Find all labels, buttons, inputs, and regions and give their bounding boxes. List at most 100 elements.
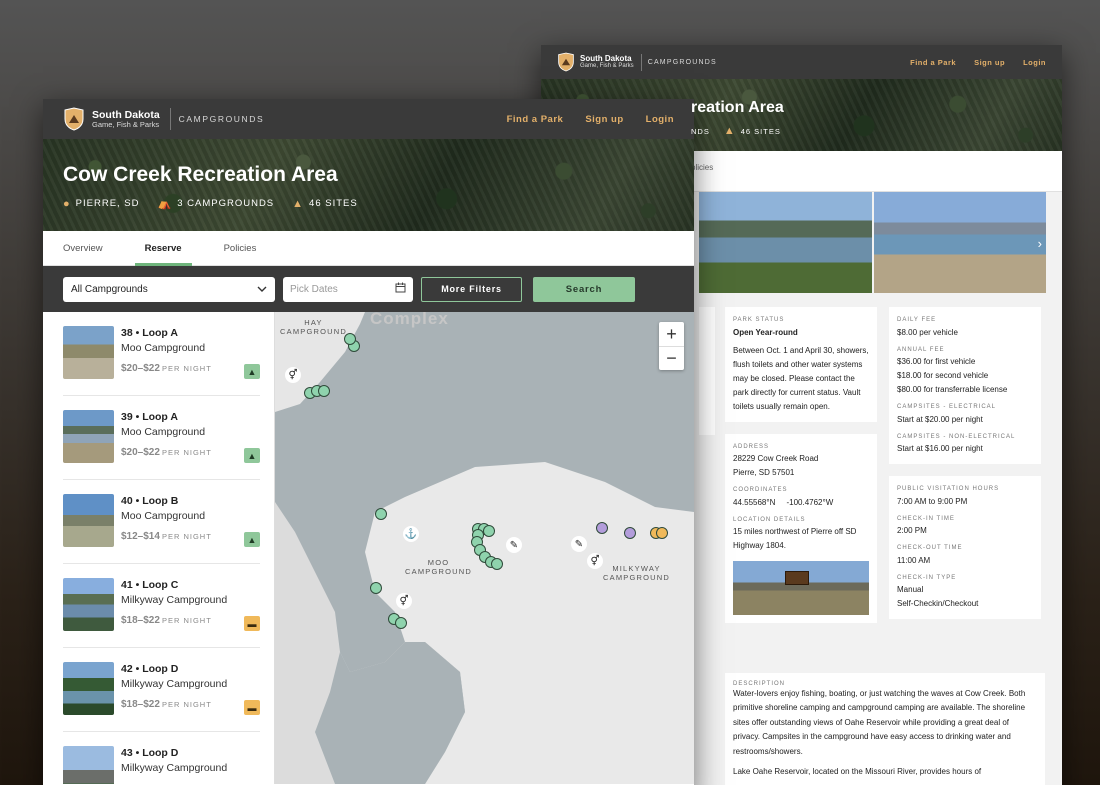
site-thumbnail[interactable] [63,410,114,463]
site-thumbnail[interactable] [63,494,114,547]
electrical-label: CAMPSITES - ELECTRICAL [897,404,997,410]
tab-overview[interactable]: Overview [53,231,113,265]
meta-campgrounds: NDS [691,125,710,137]
park-sign-photo[interactable] [733,561,869,615]
nonelectrical-label: CAMPSITES - NON-ELECTRICAL [897,433,1016,440]
campsite-pin[interactable] [624,527,636,539]
brand[interactable]: South Dakota Game, Fish & Parks [580,54,634,70]
site-thumbnail[interactable] [63,662,114,715]
fishing-icon[interactable]: ✎ [571,536,587,552]
site-list-item[interactable]: 42 • Loop D Milkyway Campground $18–$22 PER… [63,648,260,732]
description-p2: Lake Oahe Reservoir, located on the Miss… [733,766,982,776]
gallery-photo[interactable]: › [873,192,1046,293]
campsite-pin[interactable] [483,525,495,537]
park-status-text: Between Oct. 1 and April 30, showers, fl… [733,345,869,411]
site-list-item[interactable]: 40 • Loop B Moo Campground $12–$14 PER NIGH… [63,480,260,564]
restroom-icon[interactable]: ⚥ [396,593,412,609]
site-type-rv-icon: ▬ [244,616,260,631]
campsite-pin[interactable] [656,527,668,539]
campsite-pin[interactable] [344,333,356,345]
campsite-pin[interactable] [491,558,503,570]
nav-divider [640,53,642,71]
campsite-pin[interactable] [370,582,382,594]
map-label-hay: HAY CAMPGROUND [280,318,347,337]
tab-policies[interactable]: Policies [214,231,267,265]
site-list[interactable]: 38 • Loop A Moo Campground $20–$22 PER NIGH… [43,312,275,784]
site-price: $20–$22 PER NIGHT [121,447,212,458]
brand[interactable]: South Dakota Game, Fish & Parks [92,109,160,129]
visit-hours-value: 7:00 AM to 9:00 PM [897,496,968,506]
site-thumbnail[interactable] [63,746,114,784]
map-label-moo-text: MOO CAMPGROUND [405,558,473,577]
login-link[interactable]: Login [646,114,674,125]
reserve-content: 38 • Loop A Moo Campground $20–$22 PER NIGH… [43,312,694,784]
boat-ramp-icon[interactable]: ⚓ [403,526,419,542]
find-park-link[interactable]: Find a Park [507,114,564,125]
location-value: 15 miles northwest of Pierre off SD High… [733,527,857,550]
details-column-left: PARK STATUS Open Year-round Between Oct.… [725,307,877,623]
checkin-label: CHECK-IN TIME [897,515,955,522]
signup-link[interactable]: Sign up [974,58,1005,67]
meta-campgrounds: ⛺ 3 CAMPGROUNDS [158,197,275,210]
campsite-pin[interactable] [318,385,330,397]
latitude: 44.55568°N [733,497,776,507]
chevron-right-icon[interactable]: › [1038,236,1042,251]
zoom-out-button[interactable]: − [659,346,684,370]
campground-select[interactable]: All Campgrounds [63,276,275,302]
nav-section-title: CAMPGROUNDS [647,58,717,66]
shield-logo-icon[interactable] [63,107,85,131]
map-label-milkyway: MILKYWAY CAMPGROUND [603,564,670,583]
campsite-pin[interactable] [596,522,608,534]
more-filters-button[interactable]: More Filters [421,276,522,302]
park-status-label: PARK STATUS [733,317,785,323]
find-park-link[interactable]: Find a Park [910,58,956,67]
map-label-moo: MOO CAMPGROUND [405,558,472,577]
site-info: 40 • Loop B Moo Campground $12–$14 PER NIGH… [121,494,212,563]
park-meta: ● PIERRE, SD ⛺ 3 CAMPGROUNDS ▲ 46 SITES [63,197,358,211]
site-thumbnail[interactable] [63,326,114,379]
site-price: $12–$14 PER NIGHT [121,531,212,542]
site-info: 38 • Loop A Moo Campground $20–$22 PER NIGH… [121,326,212,395]
address-card: ADDRESS 28229 Cow Creek Road Pierre, SD … [725,433,877,623]
campground-map[interactable]: Complex HAY CAMPGROUND MOO CAMPGROUND MI… [275,312,694,784]
login-link[interactable]: Login [1023,58,1046,67]
park-title: reation Area [691,99,784,116]
site-info: 42 • Loop D Milkyway Campground $18–$22 PER… [121,662,227,731]
site-list-item[interactable]: 38 • Loop A Moo Campground $20–$22 PER NIGH… [63,312,260,396]
search-button[interactable]: Search [533,276,635,302]
restroom-icon[interactable]: ⚥ [587,553,603,569]
photo-gallery: › [699,192,1046,293]
restroom-icon[interactable]: ⚥ [285,367,301,383]
site-list-item[interactable]: 39 • Loop A Moo Campground $20–$22 PER NIGH… [63,396,260,480]
site-campground: Moo Campground [121,342,206,354]
campsite-pin[interactable] [375,508,387,520]
site-type-rv-icon: ▬ [244,700,260,715]
meta-location: ● PIERRE, SD [63,197,140,210]
checkin-value: 2:00 PM [897,526,927,535]
signup-link[interactable]: Sign up [585,114,623,125]
site-list-item[interactable]: 43 • Loop DMilkyway Campground■ [63,732,260,784]
filter-bar: All Campgrounds Pick Dates More Filters … [43,266,694,312]
zoom-in-button[interactable]: + [659,322,684,346]
calendar-icon [395,282,406,296]
site-list-item[interactable]: 41 • Loop C Milkyway Campground $18–$22 PER… [63,564,260,648]
shield-logo-icon[interactable] [557,52,575,72]
site-price-unit: PER NIGHT [161,700,212,709]
gallery-photo[interactable] [699,192,872,293]
park-meta: NDS ▲ 46 SITES [691,125,781,137]
longitude: -100.4762°W [786,497,834,507]
date-picker-placeholder: Pick Dates [290,283,338,295]
site-price: $20–$22 PER NIGHT [121,363,212,374]
campsite-pin[interactable] [395,617,407,629]
site-type-tent-icon: ▲ [244,448,260,463]
site-thumbnail[interactable] [63,578,114,631]
annual-fee-3: $80.00 for transferrable license [897,385,1008,394]
tab-reserve[interactable]: Reserve [134,231,192,266]
fishing-icon[interactable]: ✎ [506,537,522,553]
meta-campgrounds-text: 3 CAMPGROUNDS [177,198,275,209]
site-price-value: $18–$22 [121,699,160,710]
nonelectrical-value: Start at $16.00 per night [897,444,983,453]
date-picker-input[interactable]: Pick Dates [283,276,413,302]
chevron-down-icon [257,284,267,295]
site-price-unit: PER NIGHT [161,448,212,457]
